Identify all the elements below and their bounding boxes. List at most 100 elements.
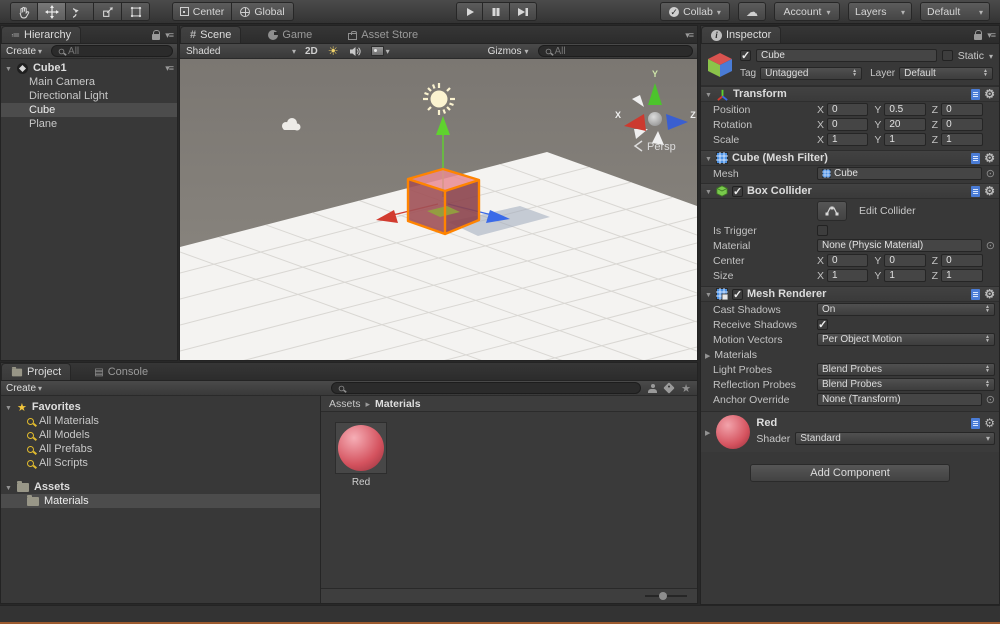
lock-icon[interactable] <box>152 30 161 40</box>
search-by-type-icon[interactable] <box>648 383 658 393</box>
gear-icon[interactable] <box>984 184 995 198</box>
layers-dropdown[interactable]: Layers <box>848 2 912 21</box>
foldout-icon[interactable] <box>705 426 710 438</box>
position-z-field[interactable]: 0 <box>941 103 983 116</box>
center-y-field[interactable]: 0 <box>884 254 926 267</box>
tab-asset-store[interactable]: Asset Store <box>339 26 427 43</box>
thumbnail-zoom-slider[interactable] <box>645 592 687 600</box>
receive-shadows-checkbox[interactable] <box>817 318 828 331</box>
chevron-down-icon[interactable] <box>989 50 993 62</box>
scene-search-input[interactable]: All <box>537 45 693 57</box>
center-z-field[interactable]: 0 <box>941 254 983 267</box>
object-picker-icon[interactable] <box>986 239 995 252</box>
box-collider-enabled-checkbox[interactable] <box>731 185 743 198</box>
help-doc-icon[interactable] <box>971 88 981 100</box>
position-x-field[interactable]: 0 <box>827 103 869 116</box>
rotation-z-field[interactable]: 0 <box>941 118 983 131</box>
tab-scene[interactable]: Scene <box>180 26 242 43</box>
tab-hierarchy[interactable]: ≔ Hierarchy <box>1 26 82 43</box>
gizmos-dropdown[interactable]: Gizmos <box>483 44 534 58</box>
scale-tool-button[interactable] <box>94 2 122 21</box>
move-tool-button[interactable] <box>38 2 66 21</box>
add-component-button[interactable]: Add Component <box>750 464 950 482</box>
panel-menu-icon[interactable] <box>165 29 173 41</box>
static-checkbox[interactable] <box>941 50 953 61</box>
anchor-override-field[interactable]: None (Transform) <box>817 393 982 406</box>
shader-dropdown[interactable]: Standard <box>795 432 995 445</box>
material-sphere-preview[interactable] <box>716 415 751 449</box>
scale-y-field[interactable]: 1 <box>884 133 926 146</box>
tab-console[interactable]: Console <box>85 363 157 380</box>
position-y-field[interactable]: 0.5 <box>884 103 926 116</box>
mesh-filter-header[interactable]: Cube (Mesh Filter) <box>701 150 999 166</box>
panel-menu-icon[interactable] <box>685 29 693 41</box>
center-x-field[interactable]: 0 <box>827 254 869 267</box>
scene-menu-icon[interactable] <box>165 62 173 74</box>
rect-tool-button[interactable] <box>122 2 150 21</box>
foldout-icon[interactable] <box>705 288 712 300</box>
foldout-icon[interactable] <box>705 88 712 100</box>
shading-mode-dropdown[interactable]: Shaded <box>182 45 300 58</box>
pivot-toggle-button[interactable]: Center <box>172 2 232 21</box>
is-trigger-checkbox[interactable] <box>817 225 828 236</box>
help-doc-icon[interactable] <box>971 288 981 300</box>
project-search-input[interactable] <box>331 382 641 394</box>
cloud-button[interactable] <box>738 2 766 21</box>
size-x-field[interactable]: 1 <box>827 269 869 282</box>
mesh-renderer-header[interactable]: Mesh Renderer <box>701 286 999 302</box>
help-doc-icon[interactable] <box>971 185 981 197</box>
favorite-all-materials[interactable]: All Materials <box>1 414 320 428</box>
layer-dropdown[interactable]: Default <box>899 67 993 80</box>
tab-project[interactable]: Project <box>1 363 72 380</box>
breadcrumb-root[interactable]: Assets <box>329 398 361 410</box>
layout-dropdown[interactable]: Default <box>920 2 990 21</box>
active-checkbox[interactable] <box>740 49 751 62</box>
favorite-all-prefabs[interactable]: All Prefabs <box>1 442 320 456</box>
mesh-renderer-enabled-checkbox[interactable] <box>731 288 743 301</box>
collab-button[interactable]: Collab <box>660 2 730 21</box>
scale-z-field[interactable]: 1 <box>941 133 983 146</box>
hierarchy-create-button[interactable]: Create <box>1 44 47 58</box>
gear-icon[interactable] <box>984 287 995 301</box>
gear-icon[interactable] <box>984 87 995 101</box>
scene-audio-button[interactable] <box>344 44 366 58</box>
space-toggle-button[interactable]: Global <box>232 2 294 21</box>
object-picker-icon[interactable] <box>986 393 995 406</box>
tag-dropdown[interactable]: Untagged <box>760 67 863 80</box>
favorite-all-models[interactable]: All Models <box>1 428 320 442</box>
toggle-2d-button[interactable]: 2D <box>300 44 323 58</box>
hierarchy-item-directional-light[interactable]: Directional Light <box>1 89 177 103</box>
scene-effects-button[interactable] <box>366 44 395 58</box>
mesh-object-field[interactable]: Cube <box>817 167 982 180</box>
help-doc-icon[interactable] <box>971 152 981 164</box>
hierarchy-item-cube[interactable]: Cube <box>1 103 177 117</box>
asset-item-red[interactable]: Red <box>335 422 387 488</box>
gameobject-name-field[interactable]: Cube <box>756 49 937 62</box>
assets-root-folder[interactable]: Assets <box>1 480 320 494</box>
scale-x-field[interactable]: 1 <box>827 133 869 146</box>
scene-lighting-button[interactable] <box>323 44 344 58</box>
save-search-icon[interactable] <box>681 382 691 395</box>
motion-vectors-dropdown[interactable]: Per Object Motion <box>817 333 995 346</box>
foldout-icon[interactable] <box>705 152 712 164</box>
foldout-icon[interactable] <box>705 185 712 197</box>
scene-viewport[interactable]: Y X Z Persp <box>180 59 697 360</box>
breadcrumb-current[interactable]: Materials <box>375 398 421 410</box>
size-z-field[interactable]: 1 <box>941 269 983 282</box>
hierarchy-search-input[interactable]: All <box>51 45 173 57</box>
object-picker-icon[interactable] <box>986 167 995 180</box>
favorites-group[interactable]: Favorites <box>1 400 320 414</box>
edit-collider-button[interactable] <box>817 201 847 221</box>
foldout-icon[interactable] <box>5 401 12 413</box>
selected-cube[interactable] <box>406 167 481 236</box>
foldout-icon[interactable] <box>5 62 12 74</box>
hierarchy-scene-row[interactable]: Cube1 <box>1 61 177 75</box>
step-button[interactable] <box>510 2 537 21</box>
pause-button[interactable] <box>483 2 510 21</box>
light-probes-dropdown[interactable]: Blend Probes <box>817 363 995 376</box>
rotate-tool-button[interactable] <box>66 2 94 21</box>
panel-menu-icon[interactable] <box>987 29 995 41</box>
cast-shadows-dropdown[interactable]: On <box>817 303 995 316</box>
physic-material-field[interactable]: None (Physic Material) <box>817 239 982 252</box>
transform-header[interactable]: Transform <box>701 86 999 102</box>
